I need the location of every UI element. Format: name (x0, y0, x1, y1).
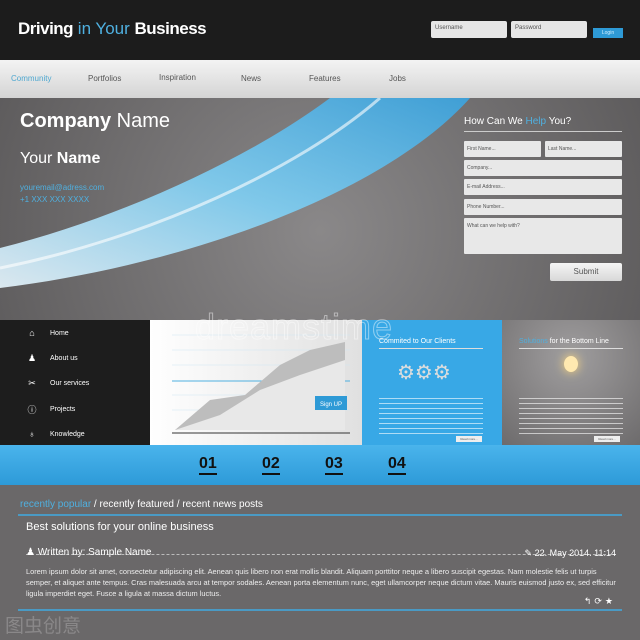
hero: Company Name Your Name youremail@adress.… (0, 98, 640, 320)
phone: +1 XXX XXX XXXX (20, 195, 90, 204)
first-name-field[interactable]: First Name... (464, 141, 541, 157)
nav-portfolios[interactable]: Portfolios (88, 74, 121, 83)
panel-text (379, 398, 483, 434)
form-title: How Can We Help You? (464, 116, 622, 132)
signup-badge[interactable]: Sign UP (320, 402, 342, 408)
logo-part: Business (134, 19, 207, 38)
bulb-icon: ♁ (28, 429, 36, 439)
contact-info: youremail@adress.com +1 XXX XXX XXXX (20, 182, 104, 206)
panel-title: Solutions for the Bottom Line (519, 338, 623, 349)
nav-community[interactable]: Community (11, 74, 51, 83)
sidebar-item-about[interactable]: ♟ About us (26, 353, 78, 364)
tab-others[interactable]: / recently featured / recent news posts (91, 499, 263, 510)
step-04: 04 (388, 455, 406, 475)
gears-people-icon: ⚙⚙⚙ (397, 362, 451, 384)
step-02: 02 (262, 455, 280, 475)
news-tabs: recently popular / recently featured / r… (20, 499, 263, 510)
submit-button[interactable]: Submit (550, 263, 622, 281)
read-more-button[interactable]: Read more... (594, 436, 620, 442)
email-link[interactable]: youremail@adress.com (20, 182, 104, 194)
post-body: Lorem ipsum dolor sit amet, consectetur … (26, 567, 616, 598)
read-more-button[interactable]: Read more... (456, 436, 482, 442)
nav-inspiration[interactable]: Inspiration (159, 73, 196, 82)
people-icon: ♟ (27, 353, 37, 363)
panel-text (519, 398, 623, 434)
company-field[interactable]: Company... (464, 160, 622, 176)
sidebar-menu: ⌂ Home ♟ About us ✂ Our services ⓘ Projects … (0, 320, 150, 445)
email-field[interactable]: E-mail Address... (464, 179, 622, 195)
corner-watermark: 图虫创意 (5, 616, 82, 637)
login-button[interactable]: Login (593, 28, 623, 38)
nav-news[interactable]: News (241, 74, 261, 83)
sidebar-item-projects[interactable]: ⓘ Projects (26, 403, 75, 416)
bulb-icon (564, 356, 578, 372)
post-date: ✎ 22. May 2014. 11:14 (524, 548, 616, 558)
logo-part: Driving (18, 19, 74, 38)
sidebar-item-knowledge[interactable]: ♁ Knowledge (26, 429, 85, 439)
tab-recently-popular[interactable]: recently popular (20, 499, 91, 510)
divider (18, 514, 622, 516)
post-author: ♟ Written by: Sample Name (26, 547, 152, 558)
password-input[interactable]: Password (511, 21, 587, 38)
sidebar-item-services[interactable]: ✂ Our services (26, 378, 89, 389)
message-field[interactable]: What can we help with? (464, 218, 622, 254)
tools-icon: ✂ (28, 378, 36, 388)
your-name: Your Name (20, 150, 101, 167)
logo-part: in Your (73, 19, 135, 38)
user-icon: ♟ (26, 547, 38, 558)
post-actions[interactable]: ↰⟳★ (584, 596, 616, 607)
home-icon: ⌂ (29, 328, 35, 338)
logo[interactable]: Driving in Your Business (18, 19, 207, 39)
solutions-panel: Solutions for the Bottom Line Read more.… (502, 320, 640, 445)
last-name-field[interactable]: Last Name... (545, 141, 622, 157)
step-03: 03 (325, 455, 343, 475)
company-name: Company Name (20, 110, 171, 132)
header: Driving in Your Business Username Passwo… (0, 0, 640, 60)
step-01: 01 (199, 455, 217, 475)
nav-bar: Community Portfolios Inspiration News Fe… (0, 60, 640, 98)
nav-jobs[interactable]: Jobs (389, 74, 406, 83)
contact-form: How Can We Help You? First Name... Last … (464, 116, 622, 281)
pen-icon: ✎ (524, 548, 535, 558)
sidebar-item-home[interactable]: ⌂ Home (26, 328, 68, 338)
nav-features[interactable]: Features (309, 74, 341, 83)
post-title[interactable]: Best solutions for your online business (26, 521, 214, 533)
username-input[interactable]: Username (431, 21, 507, 38)
panel-title: Commited to Our Clients (379, 338, 483, 349)
info-icon: ⓘ (27, 405, 37, 415)
steps-band (0, 445, 640, 485)
divider (18, 609, 622, 611)
phone-field[interactable]: Phone Number... (464, 199, 622, 215)
watermark: dreamstime (194, 306, 394, 348)
